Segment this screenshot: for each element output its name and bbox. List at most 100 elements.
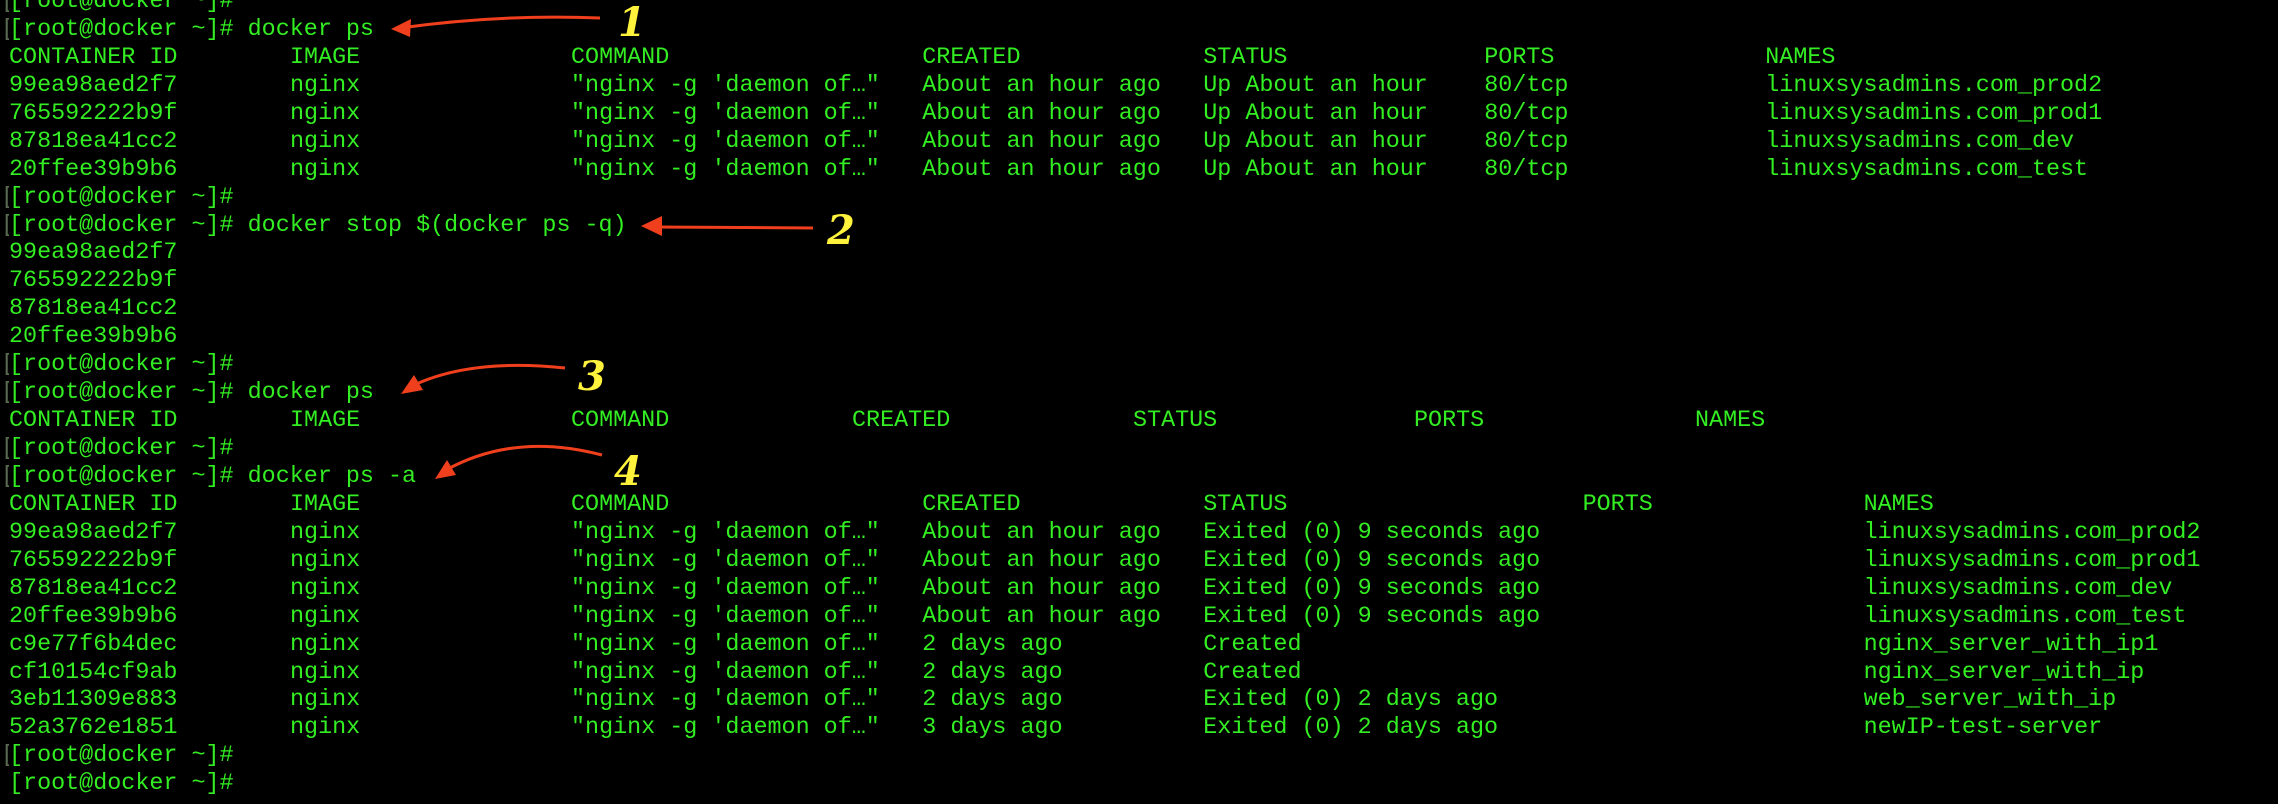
column-header: COMMAND [571, 408, 670, 435]
table-cell: 2 days ago [922, 631, 1063, 658]
annotation-label-4: 4 [614, 448, 642, 495]
table-cell: "nginx -g 'daemon of…" [571, 659, 880, 686]
command-line: [[root@docker ~]# docker ps [0, 380, 2278, 408]
command-line: [[root@docker ~]# docker ps [0, 17, 2278, 45]
output-line: 20ffee39b9b6 [9, 324, 178, 351]
table-cell: nginx [290, 575, 361, 602]
table-cell: 87818ea41cc2 [9, 575, 178, 602]
command-text: docker stop $(docker ps -q) [247, 212, 627, 239]
table-cell: Exited (0) 9 seconds ago [1203, 603, 1541, 630]
table-row: 20ffee39b9b6 nginx "nginx -g 'daemon of…" A… [0, 157, 2278, 185]
table-row: 765592222b9f nginx "nginx -g 'daemon of…" A… [0, 101, 2278, 129]
table-cell: Up About an hour [1203, 156, 1428, 183]
table-header: CONTAINER ID IMAGE COMMAND CREATED STATUS POR… [0, 492, 2278, 520]
table-cell: c9e77f6b4dec [9, 631, 178, 658]
table-cell: linuxsysadmins.com_prod1 [1765, 100, 2103, 127]
table-cell: linuxsysadmins.com_dev [1765, 128, 2075, 155]
table-row: c9e77f6b4dec nginx "nginx -g 'daemon of…" 2… [0, 632, 2278, 660]
command-text: docker ps [247, 380, 374, 407]
column-header: NAMES [1695, 408, 1766, 435]
prompt-line: [[root@docker ~]# [0, 436, 2278, 464]
table-cell: "nginx -g 'daemon of…" [571, 603, 880, 630]
column-header: CONTAINER ID [9, 491, 178, 518]
table-cell: nginx [290, 100, 361, 127]
prompt: [root@docker ~]# [9, 380, 234, 407]
table-cell: nginx_server_with_ip [1863, 659, 2145, 686]
table-cell: nginx [290, 519, 361, 546]
line-marker: [ [1, 380, 9, 408]
table-cell: nginx [290, 631, 361, 658]
prompt-line: [[root@docker ~]# [0, 0, 2278, 17]
table-cell: 765592222b9f [9, 100, 178, 127]
table-cell: Exited (0) 2 days ago [1203, 687, 1499, 714]
table-cell: About an hour ago [922, 547, 1161, 574]
table-cell: linuxsysadmins.com_prod1 [1863, 547, 2201, 574]
table-row: 87818ea41cc2 nginx "nginx -g 'daemon of…" A… [0, 129, 2278, 157]
table-cell: 20ffee39b9b6 [9, 603, 178, 630]
prompt-line-active[interactable]: [root@docker ~]# [0, 771, 2278, 799]
terminal-output[interactable]: [[root@docker ~]# [[root@docker ~]# dock… [0, 0, 2278, 799]
table-row: 20ffee39b9b6 nginx "nginx -g 'daemon of…" A… [0, 604, 2278, 632]
table-cell: "nginx -g 'daemon of…" [571, 128, 880, 155]
table-row: cf10154cf9ab nginx "nginx -g 'daemon of…" 2… [0, 660, 2278, 688]
table-cell: About an hour ago [922, 519, 1161, 546]
prompt: [root@docker ~]# [9, 352, 234, 379]
table-cell: 2 days ago [922, 659, 1063, 686]
command-line: [[root@docker ~]# docker ps -a [0, 464, 2278, 492]
table-cell: About an hour ago [922, 156, 1161, 183]
table-cell: "nginx -g 'daemon of…" [571, 72, 880, 99]
command-line: [[root@docker ~]# docker stop $(docker p… [0, 213, 2278, 241]
table-row: 3eb11309e883 nginx "nginx -g 'daemon of…" 2… [0, 687, 2278, 715]
table-cell: 87818ea41cc2 [9, 128, 178, 155]
table-cell: 3 days ago [922, 715, 1063, 742]
prompt: [root@docker ~]# [9, 0, 234, 15]
prompt-line: [[root@docker ~]# [0, 185, 2278, 213]
table-cell: 99ea98aed2f7 [9, 519, 178, 546]
column-header: IMAGE [290, 44, 361, 71]
table-cell: nginx [290, 156, 361, 183]
output-line: 87818ea41cc2 [9, 296, 178, 323]
table-cell: "nginx -g 'daemon of…" [571, 575, 880, 602]
column-header: IMAGE [290, 491, 361, 518]
table-cell: Exited (0) 2 days ago [1203, 715, 1499, 742]
table-cell: 52a3762e1851 [9, 715, 178, 742]
table-cell: Exited (0) 9 seconds ago [1203, 547, 1541, 574]
column-header: STATUS [1203, 44, 1288, 71]
table-cell: Created [1203, 631, 1302, 658]
table-cell: Exited (0) 9 seconds ago [1203, 575, 1541, 602]
table-row: 99ea98aed2f7 nginx "nginx -g 'daemon of…" A… [0, 73, 2278, 101]
column-header: PORTS [1582, 491, 1653, 518]
line-marker: [ [1, 17, 9, 45]
output-line: 765592222b9f [9, 268, 178, 295]
table-cell: About an hour ago [922, 128, 1161, 155]
table-row: 765592222b9f nginx "nginx -g 'daemon of…" A… [0, 548, 2278, 576]
column-header: STATUS [1133, 408, 1218, 435]
column-header: COMMAND [571, 44, 670, 71]
table-row: 87818ea41cc2 nginx "nginx -g 'daemon of…" A… [0, 576, 2278, 604]
line-marker: [ [1, 0, 9, 17]
table-cell: Created [1203, 659, 1302, 686]
output-line: 99ea98aed2f7 [9, 240, 178, 267]
prompt: [root@docker ~]# [9, 463, 234, 490]
column-header: PORTS [1484, 44, 1555, 71]
annotation-label-3: 3 [578, 353, 606, 400]
table-header: CONTAINER ID IMAGE COMMAND CREATED STATUS POR… [0, 45, 2278, 73]
table-cell: nginx [290, 72, 361, 99]
table-header: CONTAINER ID IMAGE COMMAND CREATED STATUS POR… [0, 408, 2278, 436]
table-cell: 80/tcp [1484, 72, 1569, 99]
table-cell: nginx_server_with_ip1 [1863, 631, 2159, 658]
table-cell: About an hour ago [922, 575, 1161, 602]
column-header: COMMAND [571, 491, 670, 518]
column-header: NAMES [1863, 491, 1934, 518]
column-header: CREATED [922, 491, 1021, 518]
table-cell: nginx [290, 659, 361, 686]
column-header: IMAGE [290, 408, 361, 435]
command-text: docker ps -a [247, 463, 417, 490]
table-cell: Up About an hour [1203, 128, 1428, 155]
container-table-running: CONTAINER ID IMAGE COMMAND CREATED STATUS POR… [0, 45, 2278, 185]
table-cell: "nginx -g 'daemon of…" [571, 715, 880, 742]
line-marker: [ [1, 743, 9, 771]
column-header: STATUS [1203, 491, 1288, 518]
table-cell: nginx [290, 128, 361, 155]
table-cell: "nginx -g 'daemon of…" [571, 547, 880, 574]
